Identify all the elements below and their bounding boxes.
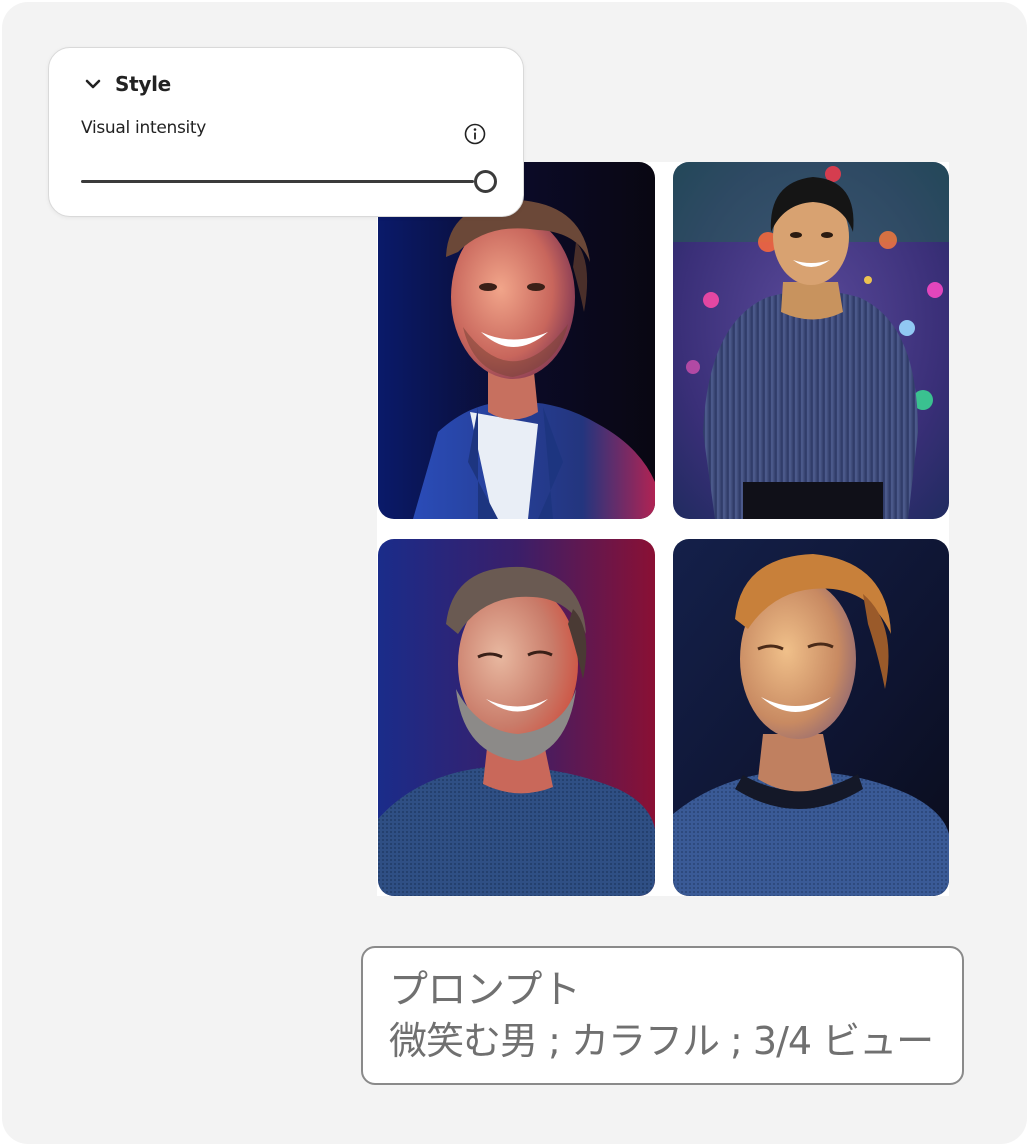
visual-intensity-label: Visual intensity: [81, 118, 207, 138]
prompt-title: プロンプト: [389, 968, 581, 1013]
visual-intensity-slider[interactable]: [81, 168, 497, 196]
prompt-box: プロンプト 微笑む男 ; カラフル ; 3/4 ビュー: [361, 946, 964, 1085]
portrait-image: [378, 539, 655, 896]
generated-image-4[interactable]: [673, 539, 949, 896]
style-section-toggle[interactable]: Style: [85, 72, 171, 96]
slider-thumb[interactable]: [474, 170, 497, 193]
style-panel: Style Visual intensity: [48, 47, 524, 217]
style-section-title: Style: [115, 72, 171, 96]
generated-image-3[interactable]: [378, 539, 655, 896]
info-icon[interactable]: [463, 122, 487, 146]
portrait-image: [673, 162, 949, 519]
generated-image-grid: [377, 162, 949, 896]
slider-track[interactable]: [81, 180, 474, 183]
canvas-background: Style Visual intensity プロンプト 微笑む男 ; カラフル…: [2, 2, 1027, 1144]
generated-image-2[interactable]: [673, 162, 949, 519]
prompt-text: 微笑む男 ; カラフル ; 3/4 ビュー: [389, 1019, 934, 1063]
chevron-down-icon: [85, 79, 101, 89]
portrait-image: [673, 539, 949, 896]
